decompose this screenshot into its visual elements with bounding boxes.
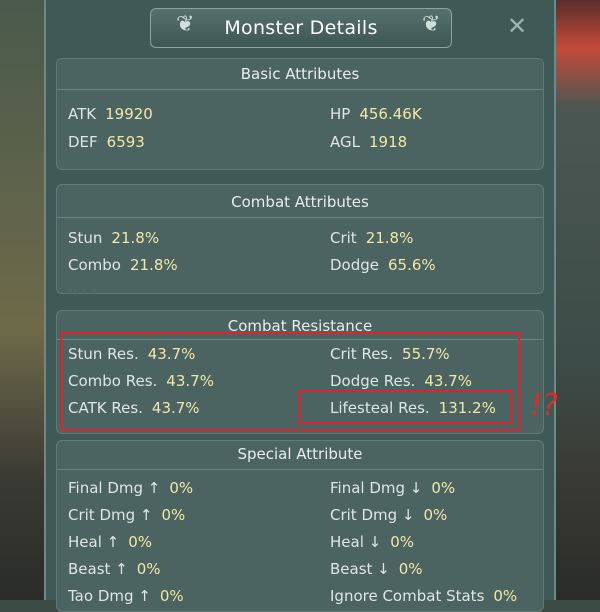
stat-crit-dmg-down: Crit Dmg ↓ 0% — [330, 506, 447, 524]
stat-label: Crit — [330, 229, 357, 247]
stat-value: 0% — [423, 506, 448, 524]
stat-label: Dodge — [330, 256, 379, 274]
stat-tao-dmg-up: Tao Dmg ↑ 0% — [68, 587, 184, 605]
stat-beast-up: Beast ↑ 0% — [68, 560, 161, 578]
stat-label: Heal ↓ — [330, 533, 382, 551]
stat-label: Heal ↑ — [68, 533, 120, 551]
highlight-box-lifesteal — [298, 390, 512, 424]
stat-label: ATK — [68, 105, 97, 123]
stat-label: Crit Dmg ↓ — [330, 506, 415, 524]
background-right — [556, 0, 600, 600]
divider — [57, 89, 543, 90]
stat-value: 21.8% — [365, 229, 414, 247]
section-title: Basic Attributes — [240, 65, 360, 83]
stat-label: Beast ↓ — [330, 560, 390, 578]
stat-label: DEF — [68, 133, 98, 151]
stat-agl: AGL 1918 — [330, 133, 407, 151]
stat-label: HP — [330, 105, 351, 123]
close-icon[interactable]: ✕ — [503, 12, 531, 40]
stat-combo: Combo 21.8% — [68, 256, 178, 274]
stat-label: Stun — [68, 229, 103, 247]
stat-label: AGL — [330, 133, 360, 151]
stat-label: Ignore Combat Stats — [330, 587, 485, 605]
stat-value: 0% — [493, 587, 518, 605]
stat-final-dmg-down: Final Dmg ↓ 0% — [330, 479, 455, 497]
stat-value: 0% — [159, 587, 184, 605]
stat-crit: Crit 21.8% — [330, 229, 413, 247]
background-left — [0, 0, 44, 600]
stat-label: Crit Dmg ↑ — [68, 506, 153, 524]
stat-ignore-combat-stats: Ignore Combat Stats 0% — [330, 587, 517, 605]
stat-label: Beast ↑ — [68, 560, 128, 578]
stat-value: 21.8% — [111, 229, 160, 247]
stat-value: 456.46K — [359, 105, 422, 123]
stat-value: 0% — [390, 533, 415, 551]
stat-value: 21.8% — [129, 256, 178, 274]
stat-label: Combo — [68, 256, 121, 274]
stat-hp: HP 456.46K — [330, 105, 422, 123]
stat-heal-up: Heal ↑ 0% — [68, 533, 152, 551]
stat-value: 0% — [431, 479, 456, 497]
annotation-mark: !? — [530, 388, 558, 423]
stat-crit-dmg-up: Crit Dmg ↑ 0% — [68, 506, 185, 524]
stat-value: 65.6% — [388, 256, 436, 274]
stat-stun: Stun 21.8% — [68, 229, 159, 247]
stat-dodge: Dodge 65.6% — [330, 256, 436, 274]
stat-final-dmg-up: Final Dmg ↑ 0% — [68, 479, 193, 497]
cloud-scroll-icon: ❦ — [422, 12, 441, 37]
stat-value: 0% — [136, 560, 161, 578]
basic-attributes-section: Basic Attributes ATK 19920 HP 456.46K DEF 6… — [56, 58, 544, 170]
stat-value: 19920 — [105, 105, 153, 123]
stat-value: 0% — [161, 506, 186, 524]
stat-heal-down: Heal ↓ 0% — [330, 533, 414, 551]
combat-attributes-section: Combat Attributes Stun 21.8% Crit 21.8% Co… — [56, 184, 544, 294]
stat-value: 0% — [398, 560, 423, 578]
stat-label: Tao Dmg ↑ — [68, 587, 151, 605]
cloud-scroll-icon: ❦ — [176, 12, 195, 37]
divider — [57, 469, 543, 470]
stat-value: 0% — [128, 533, 153, 551]
stat-atk: ATK 19920 — [68, 105, 153, 123]
special-attribute-section: Special Attribute Final Dmg ↑ 0% Final Dm… — [56, 440, 544, 612]
page-title: Monster Details — [224, 17, 378, 39]
scroll-cutoff-row: ·· · · — [68, 283, 97, 291]
stat-label: Final Dmg ↑ — [68, 479, 161, 497]
stat-value: 1918 — [368, 133, 408, 151]
title-bar: Monster Details — [150, 8, 452, 48]
section-title: Special Attribute — [237, 445, 363, 463]
section-title: Combat Attributes — [231, 193, 369, 211]
divider — [57, 217, 543, 218]
stat-def: DEF 6593 — [68, 133, 145, 151]
stat-label: Final Dmg ↓ — [330, 479, 423, 497]
stat-value: 6593 — [106, 133, 145, 151]
stat-value: 0% — [169, 479, 194, 497]
stat-beast-down: Beast ↓ 0% — [330, 560, 423, 578]
